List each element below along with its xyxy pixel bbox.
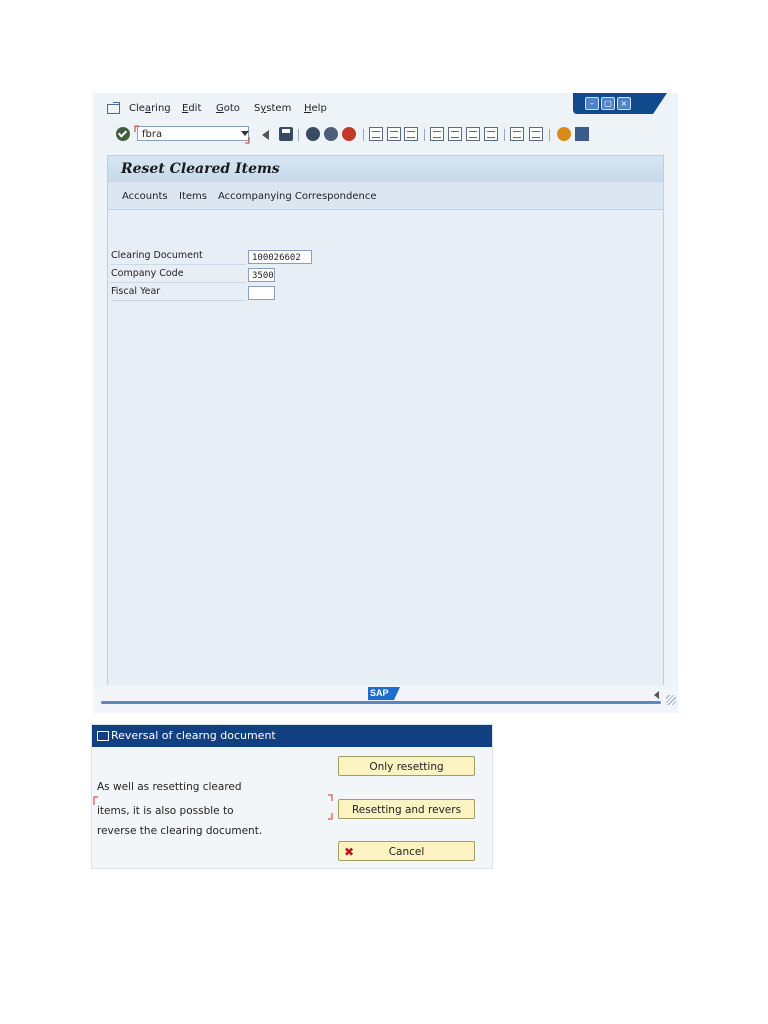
print-icon[interactable] [369,127,383,141]
dialog-message-line: reverse the clearing document. [97,825,263,837]
toolbar-separator [424,129,425,141]
menu-bar: Clearing Edit Goto System Help – □ × [93,93,678,121]
menu-icon[interactable] [107,102,120,114]
dialog-message-line: items, it is also possble to [97,805,234,817]
menu-help[interactable]: Help [304,103,327,114]
cancel-icon[interactable] [342,127,356,141]
fiscal-year-field[interactable] [248,286,275,300]
reversal-dialog: Reversal of clearng document As well as … [91,724,493,869]
status-bar: SAP [93,685,678,713]
back-arrow-icon[interactable] [262,130,269,140]
toolbar-separator [363,129,364,141]
accounts-button[interactable]: Accounts [122,191,168,202]
status-expand-icon[interactable] [654,691,659,699]
menu-system[interactable]: System [254,103,291,114]
clearing-document-field[interactable]: 100026602 [248,250,312,264]
menu-clearing[interactable]: Clearing [129,103,171,114]
back-icon[interactable] [306,127,320,141]
first-page-icon[interactable] [430,127,444,141]
maximize-icon[interactable]: □ [601,97,615,110]
menu-goto[interactable]: Goto [216,103,240,114]
toolbar-separator [298,129,299,141]
application-toolbar: Accounts Items Accompanying Corresponden… [108,182,663,210]
clearing-document-label: Clearing Document [111,248,246,265]
toolbar-separator [504,129,505,141]
help-icon[interactable] [557,127,571,141]
next-page-icon[interactable] [466,127,480,141]
fiscal-year-label: Fiscal Year [111,284,246,301]
only-resetting-button[interactable]: Only resetting [338,756,475,776]
cancel-button[interactable]: ✖ Cancel [338,841,475,861]
dialog-message-line: As well as resetting cleared [97,781,242,793]
previous-page-icon[interactable] [448,127,462,141]
dialog-header: Reversal of clearng document [92,725,492,747]
last-page-icon[interactable] [484,127,498,141]
accompanying-correspondence-button[interactable]: Accompanying Correspondence [218,191,376,202]
find-next-icon[interactable] [404,127,418,141]
sap-window: Clearing Edit Goto System Help – □ × fbr… [93,93,678,713]
work-area: Reset Cleared Items Accounts Items Accom… [107,155,664,687]
minimize-icon[interactable]: – [585,97,599,110]
dialog-menu-icon[interactable] [97,731,109,741]
menu-edit[interactable]: Edit [182,103,201,114]
find-icon[interactable] [387,127,401,141]
button-focus-marker [328,794,333,820]
cancel-x-icon: ✖ [344,845,355,859]
toolbar-separator [549,129,550,141]
customize-layout-icon[interactable] [575,127,589,141]
company-code-field[interactable]: 3500 [248,268,275,282]
message-focus-marker [93,796,98,805]
standard-toolbar: fbra [93,123,678,147]
command-field-focus-markers [134,125,250,144]
title-bar: Reset Cleared Items [108,156,663,182]
close-icon[interactable]: × [617,97,631,110]
resetting-and-reverse-button[interactable]: Resetting and revers [338,799,475,819]
exit-icon[interactable] [324,127,338,141]
window-controls: – □ × [573,93,667,114]
items-button[interactable]: Items [179,191,207,202]
page-title: Reset Cleared Items [121,161,280,177]
cancel-button-label: Cancel [388,846,425,858]
status-line [101,701,661,704]
shortcut-icon[interactable] [529,127,543,141]
create-session-icon[interactable] [510,127,524,141]
dialog-title: Reversal of clearng document [111,729,276,742]
sap-logo: SAP [368,687,400,700]
save-icon[interactable] [279,127,293,141]
resize-grip-icon[interactable] [666,695,676,705]
company-code-label: Company Code [111,266,246,283]
enter-check-icon[interactable] [116,127,130,141]
